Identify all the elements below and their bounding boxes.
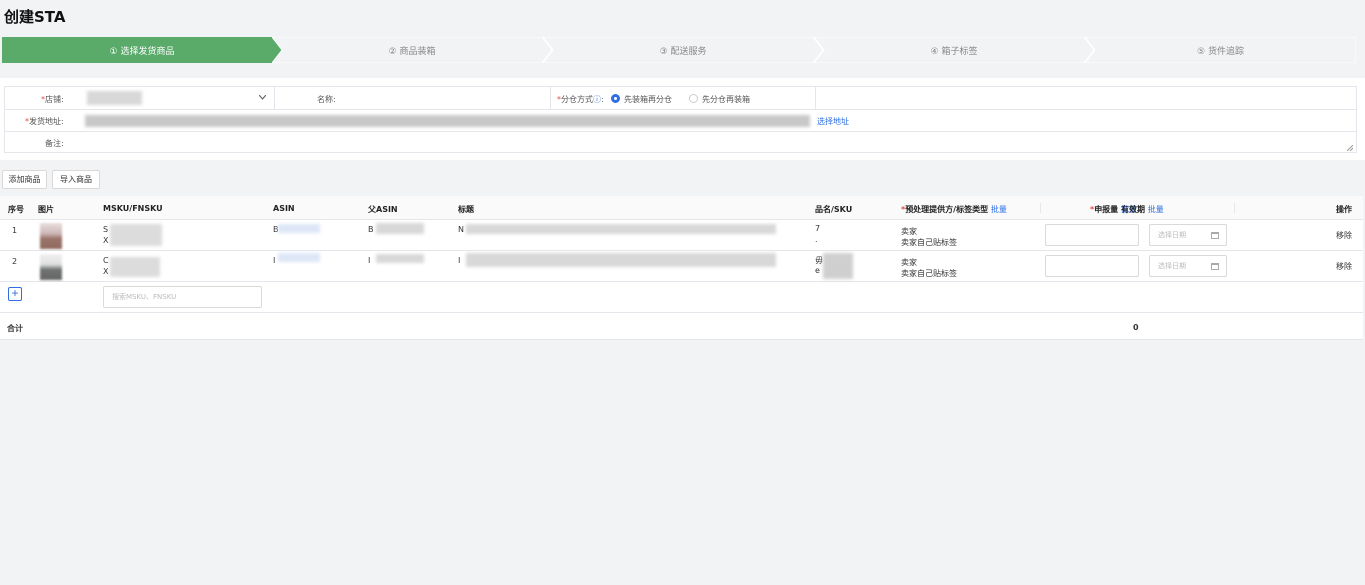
expiry-date-picker[interactable]: 选择日期: [1149, 224, 1227, 246]
remove-row-button[interactable]: 移除: [1336, 261, 1352, 272]
page-title: 创建STA: [4, 8, 66, 26]
row-parent-asin: I: [368, 256, 371, 265]
col-index: 序号: [8, 205, 24, 214]
col-parent-asin: 父ASIN: [368, 205, 398, 214]
form-row-address: *发货地址: 选择地址: [5, 110, 1356, 132]
row-index: 1: [12, 226, 18, 235]
col-prep: *预处理提供方/标签类型 批量: [901, 205, 1007, 214]
row-msku: C: [103, 256, 109, 265]
split-radio-pack-first[interactable]: [611, 94, 620, 103]
quantity-input[interactable]: [1045, 224, 1139, 246]
split-radio-split-first[interactable]: [689, 94, 698, 103]
row-msku: S: [103, 225, 109, 234]
row-index: 2: [12, 257, 18, 266]
split-label: *分仓方式ⓘ:: [557, 95, 604, 104]
shipment-form: *店铺: 名称: *分仓方式ⓘ: 先装箱再分仓 先分仓再装箱 *发货地址: 选择…: [0, 78, 1365, 160]
product-image: [40, 223, 62, 249]
split-option-pack-first[interactable]: 先装箱再分仓: [624, 94, 672, 105]
table-row: 1 S X B B N 7 . 卖家 卖家自己贴标签 选择日期 移除: [0, 220, 1363, 251]
col-asin: ASIN: [273, 204, 295, 213]
plus-icon[interactable]: +: [8, 287, 22, 301]
step-packing[interactable]: ② 商品装箱: [272, 37, 552, 63]
title-redacted: [466, 253, 776, 267]
row-product-name: 毋: [815, 256, 823, 265]
step-bar: ① 选择发货商品 ② 商品装箱 ③ 配送服务 ④ 箱子标签 ⑤ 货件追踪: [2, 37, 1356, 63]
resize-handle-icon[interactable]: [1347, 145, 1353, 151]
total-label: 合计: [7, 324, 23, 333]
table-row: 2 C X I I I 毋 e 卖家 卖家自己贴标签 选择日期 移除: [0, 251, 1363, 282]
step-label: ④ 箱子标签: [930, 46, 978, 57]
search-msku-input[interactable]: 搜索MSKU、FNSKU: [103, 286, 262, 308]
step-label: ① 选择发货商品: [109, 46, 175, 57]
quantity-input[interactable]: [1045, 255, 1139, 277]
form-box: *店铺: 名称: *分仓方式ⓘ: 先装箱再分仓 先分仓再装箱 *发货地址: 选择…: [4, 86, 1357, 153]
row-asin-link[interactable]: I: [273, 256, 275, 265]
msku-redacted: [110, 257, 160, 277]
asin-redacted: [278, 224, 320, 233]
ship-from-label: *发货地址:: [25, 117, 64, 126]
import-goods-button[interactable]: 导入商品: [52, 170, 100, 189]
sku-redacted: [823, 253, 853, 279]
form-row-store: *店铺: 名称: *分仓方式ⓘ: 先装箱再分仓 先分仓再装箱: [5, 87, 1356, 110]
step-box-labels[interactable]: ④ 箱子标签: [814, 37, 1094, 63]
row-prep-provider: 卖家: [901, 227, 917, 236]
row-title: I: [458, 256, 461, 265]
col-product-sku: 品名/SKU: [815, 205, 853, 214]
choose-address-link[interactable]: 选择地址: [817, 116, 849, 127]
row-title: N: [458, 225, 464, 234]
table-header: 序号 图片 MSKU/FNSKU ASIN 父ASIN 标题 品名/SKU *预…: [0, 196, 1363, 220]
msku-redacted: [110, 224, 162, 246]
step-label: ⑤ 货件追踪: [1197, 46, 1244, 57]
row-fnsku: X: [103, 267, 109, 276]
split-option-split-first[interactable]: 先分仓再装箱: [702, 94, 750, 105]
col-title: 标题: [458, 205, 474, 214]
col-expiry: 有效期 批量: [1121, 205, 1164, 214]
info-icon: ⓘ: [593, 95, 601, 104]
calendar-icon: [1211, 232, 1219, 239]
row-parent-asin: B: [368, 225, 374, 234]
store-value-redacted[interactable]: [87, 91, 142, 105]
calendar-icon: [1211, 263, 1219, 270]
row-product-name: 7: [815, 224, 821, 233]
col-actions: 操作: [1336, 205, 1352, 214]
expiry-date-picker[interactable]: 选择日期: [1149, 255, 1227, 277]
name-label: 名称:: [317, 95, 336, 104]
chevron-down-icon[interactable]: [259, 95, 266, 100]
asin-redacted: [278, 253, 320, 262]
batch-expiry-link[interactable]: 批量: [1148, 205, 1164, 214]
step-label: ③ 配送服务: [659, 46, 707, 57]
row-fnsku: X: [103, 236, 109, 245]
add-row: + 搜索MSKU、FNSKU: [0, 282, 1363, 313]
total-quantity: 0: [1133, 323, 1139, 332]
form-row-note: 备注:: [5, 132, 1356, 153]
row-label-type: 卖家自己贴标签: [901, 238, 957, 247]
row-prep-provider: 卖家: [901, 258, 917, 267]
goods-table: 序号 图片 MSKU/FNSKU ASIN 父ASIN 标题 品名/SKU *预…: [0, 196, 1363, 340]
address-value-redacted: [85, 115, 810, 127]
product-image: [40, 254, 62, 280]
row-label-type: 卖家自己贴标签: [901, 269, 957, 278]
batch-prep-link[interactable]: 批量: [991, 205, 1007, 214]
note-label: 备注:: [45, 139, 64, 148]
store-label: *店铺:: [41, 95, 64, 104]
row-sku: e: [815, 266, 820, 275]
col-msku: MSKU/FNSKU: [103, 204, 163, 213]
step-label: ② 商品装箱: [388, 46, 436, 57]
parent-asin-redacted: [376, 254, 424, 263]
title-redacted: [466, 224, 776, 234]
add-goods-button[interactable]: 添加商品: [2, 170, 47, 189]
note-textarea[interactable]: [79, 132, 1357, 152]
step-delivery[interactable]: ③ 配送服务: [543, 37, 823, 63]
parent-asin-redacted: [376, 223, 424, 234]
step-tracking[interactable]: ⑤ 货件追踪: [1085, 37, 1356, 63]
remove-row-button[interactable]: 移除: [1336, 230, 1352, 241]
step-select-goods[interactable]: ① 选择发货商品: [2, 37, 282, 63]
col-image: 图片: [38, 205, 54, 214]
row-sku: .: [815, 235, 818, 244]
